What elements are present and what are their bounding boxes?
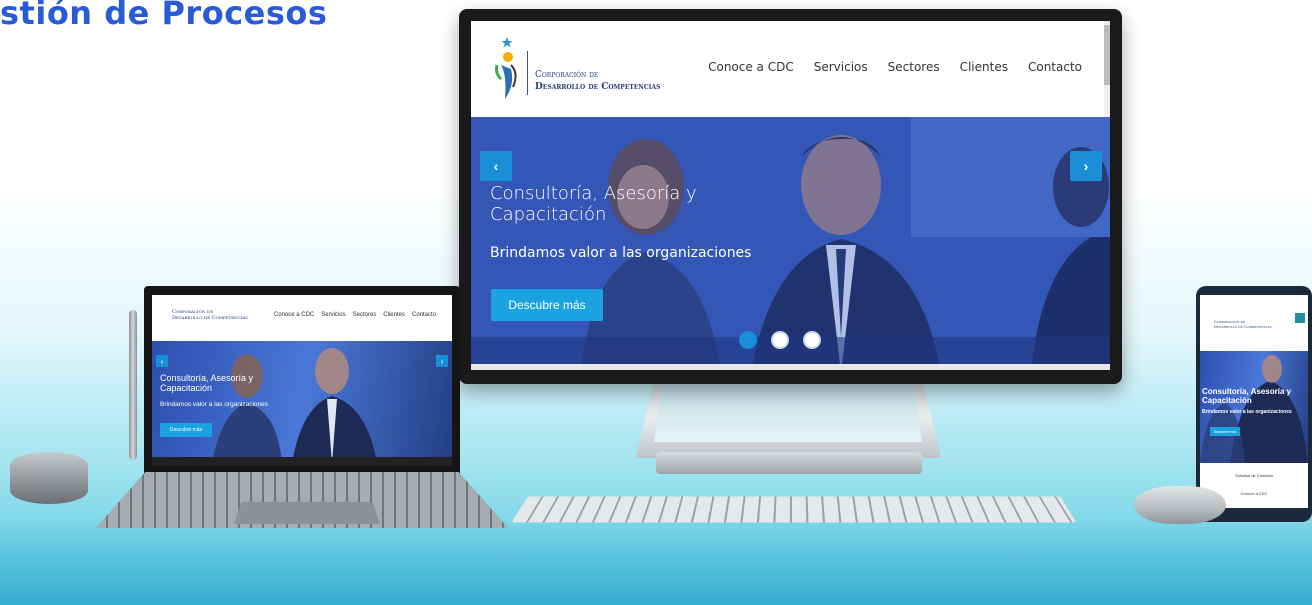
carousel-dot-2[interactable] [771,331,789,349]
nav-item-clientes[interactable]: Clientes [960,60,1008,74]
tablet-nav-item[interactable]: Sectores [353,312,377,318]
chevron-right-icon: › [440,356,444,366]
phone-screen: Corporación de Desarrollo de Competencia… [1200,295,1308,508]
phone-hero-subtitle: Brindamos valor a las organizaciones [1202,409,1292,415]
tablet-nav-item[interactable]: Clientes [383,312,405,318]
phone-logo-line-2: Desarrollo de Competencias [1214,324,1272,329]
hero-carousel: ‹ › Consultoría, Asesoría y Capacitación… [471,117,1110,370]
tablet-hero: ‹ › Consultoría, Asesoría y Capacitación… [152,341,452,463]
tablet-site-header: Corporación de Desarrollo de Competencia… [152,295,452,341]
tablet-nav: Conoce a CDC Servicios Sectores Clientes… [274,312,436,318]
chevron-left-icon: ‹ [160,356,164,366]
trackpad [234,502,380,524]
nav-item-conoce[interactable]: Conoce a CDC [708,60,794,74]
logo-figure-icon [495,37,517,99]
tablet-discover-button[interactable]: Descubre más [160,423,212,437]
carousel-prev-button[interactable]: ‹ [480,151,512,181]
nav-item-contacto[interactable]: Contacto [1028,60,1082,74]
main-nav: Conoce a CDC Servicios Sectores Clientes… [708,60,1082,74]
logo-line-2: Desarrollo de Competencias [535,82,661,92]
floor-reflection [0,520,1312,605]
page-heading: stión de Procesos [0,0,328,32]
site-header: Corporación de Desarrollo de Competencia… [471,21,1110,117]
phone-hero-title: Consultoría, Asesoría y Capacitación [1202,387,1292,405]
site-logo[interactable]: Corporación de Desarrollo de Competencia… [535,69,660,93]
tablet-screen: Corporación de Desarrollo de Competencia… [152,295,452,466]
carousel-dot-3[interactable] [803,331,821,349]
phone-status-bar [1200,295,1308,303]
tablet-logo[interactable]: Corporación de Desarrollo de Competencia… [172,309,248,321]
phone-hero: Consultoría, Asesoría y Capacitación Bri… [1200,351,1308,463]
browser-statusbar [471,364,1110,370]
hero-photo [471,117,1110,370]
tablet-prev-button[interactable]: ‹ [156,355,168,367]
tablet-next-button[interactable]: › [436,355,448,367]
monitor-stand-base [656,452,922,474]
desktop-keyboard [511,496,1077,523]
desktop-monitor: Corporación de Desarrollo de Competencia… [459,9,1122,384]
chevron-right-icon: › [1083,158,1089,174]
logo-divider [527,51,528,95]
tablet-nav-item[interactable]: Conoce a CDC [274,312,314,318]
hamburger-menu-icon[interactable] [1295,313,1305,323]
tablet-logo-line-2: Desarrollo de Competencias [172,315,248,321]
scrollbar[interactable] [1104,21,1110,117]
tablet-nav-item[interactable]: Servicios [321,312,345,318]
chevron-left-icon: ‹ [493,158,499,174]
phone-footer-link-1[interactable]: Solicitud de Contacto [1200,473,1308,478]
stylus-pen [129,310,137,460]
scrollbar-thumb[interactable] [1104,25,1110,85]
carousel-dot-1[interactable] [739,331,757,349]
nav-item-sectores[interactable]: Sectores [888,60,940,74]
monitor-stand-inner [654,384,922,442]
smartphone: Corporación de Desarrollo de Competencia… [1196,286,1312,522]
tablet-hero-title: Consultoría, Asesoría y Capacitación [160,373,254,393]
phone-hero-photo [1200,355,1308,463]
computer-mouse [1134,486,1226,524]
phone-logo[interactable]: Corporación de Desarrollo de Competencia… [1214,319,1272,329]
monitor-screen: Corporación de Desarrollo de Competencia… [471,21,1110,370]
phone-discover-button[interactable]: Descubre más [1210,427,1240,436]
tablet-device: Corporación de Desarrollo de Competencia… [144,286,460,478]
tablet-taskbar [152,457,452,466]
carousel-next-button[interactable]: › [1070,151,1102,181]
hero-title: Consultoría, Asesoría y Capacitación [490,183,697,225]
tablet-hero-subtitle: Brindamos valor a las organizaciones [160,401,269,408]
logo-line-1: Corporación de [535,70,599,80]
hero-subtitle: Brindamos valor a las organizaciones [490,245,752,261]
discover-more-button[interactable]: Descubre más [491,289,603,321]
smart-speaker [10,452,88,504]
tablet-nav-item[interactable]: Contacto [412,312,436,318]
nav-item-servicios[interactable]: Servicios [814,60,868,74]
